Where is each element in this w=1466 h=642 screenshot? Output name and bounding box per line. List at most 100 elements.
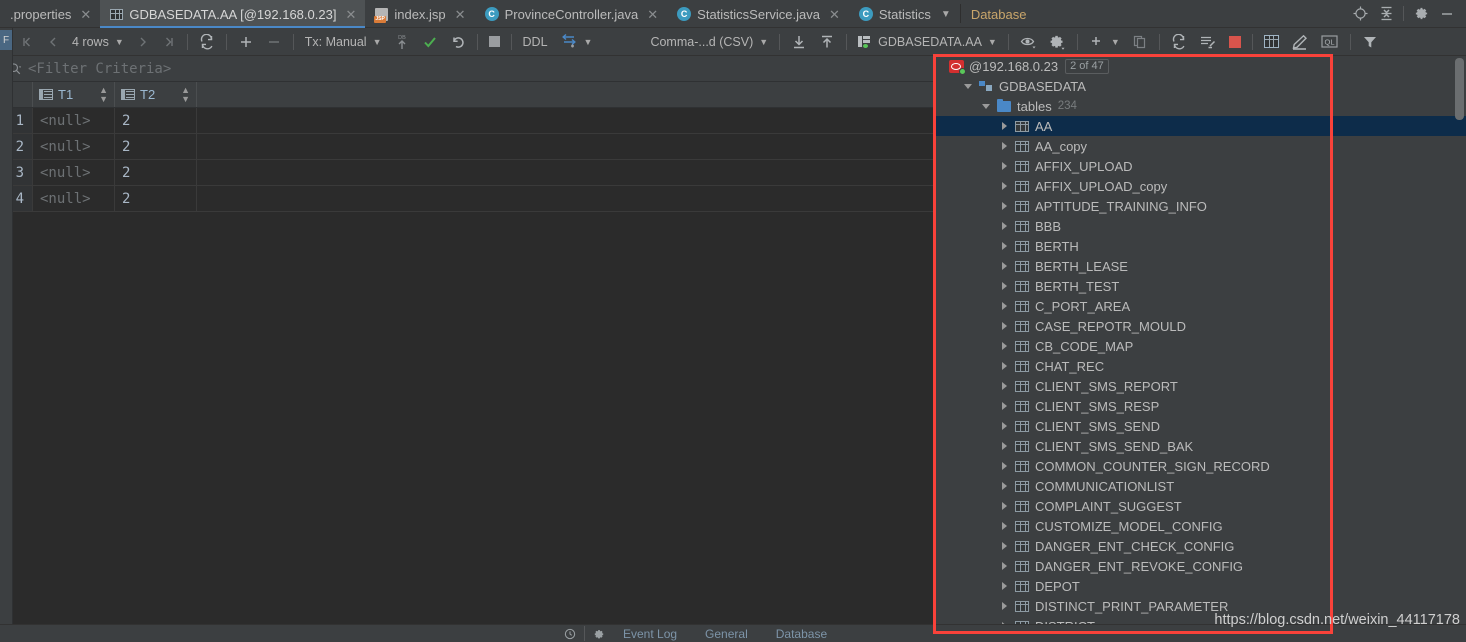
hide-minimize-icon[interactable] xyxy=(1434,0,1460,28)
submit-to-db-button[interactable]: DB xyxy=(388,28,416,56)
expand-arrow-right-icon[interactable] xyxy=(995,502,1013,510)
reload-data-button[interactable] xyxy=(193,28,221,56)
tab-properties[interactable]: .properties ✕ xyxy=(0,0,100,28)
tree-node-table[interactable]: BERTH_LEASE xyxy=(933,256,1466,276)
locate-icon[interactable] xyxy=(1347,0,1373,28)
tree-node-table[interactable]: CUSTOMIZE_MODEL_CONFIG xyxy=(933,516,1466,536)
clock-icon[interactable] xyxy=(560,628,580,640)
tree-node-table[interactable]: AFFIX_UPLOAD xyxy=(933,156,1466,176)
tab-statistics-service[interactable]: C StatisticsService.java ✕ xyxy=(667,0,849,28)
rows-count-dropdown[interactable]: 4 rows ▼ xyxy=(66,28,130,56)
tree-node-connection[interactable]: @192.168.0.23 2 of 47 xyxy=(933,56,1466,76)
modify-table-button[interactable]: ▼ xyxy=(554,28,599,56)
commit-button[interactable] xyxy=(416,28,444,56)
expand-arrow-right-icon[interactable] xyxy=(995,462,1013,470)
tree-node-table[interactable]: CHAT_REC xyxy=(933,356,1466,376)
expand-arrow-right-icon[interactable] xyxy=(995,302,1013,310)
tree-node-table[interactable]: C_PORT_AREA xyxy=(933,296,1466,316)
expand-arrow-right-icon[interactable] xyxy=(995,582,1013,590)
expand-arrow-right-icon[interactable] xyxy=(995,162,1013,170)
expand-arrow-right-icon[interactable] xyxy=(995,522,1013,530)
close-icon[interactable]: ✕ xyxy=(647,8,658,21)
stop-button[interactable] xyxy=(483,28,506,56)
tree-node-table[interactable]: DANGER_ENT_CHECK_CONFIG xyxy=(933,536,1466,556)
copy-object-button[interactable] xyxy=(1126,28,1154,56)
cell-t2[interactable]: 2 xyxy=(115,160,197,185)
expand-arrow-right-icon[interactable] xyxy=(995,542,1013,550)
ql-console-button[interactable]: QL xyxy=(1314,28,1345,56)
tree-node-table[interactable]: BBB xyxy=(933,216,1466,236)
tree-node-table[interactable]: CLIENT_SMS_SEND_BAK xyxy=(933,436,1466,456)
tree-node-table[interactable]: CASE_REPOTR_MOULD xyxy=(933,316,1466,336)
tree-node-table[interactable]: CLIENT_SMS_RESP xyxy=(933,396,1466,416)
tree-node-table[interactable]: BERTH xyxy=(933,236,1466,256)
cell-t1[interactable]: <null> xyxy=(33,108,115,133)
datasource-dropdown[interactable]: GDBASEDATA.AA ▼ xyxy=(852,28,1003,56)
expand-arrow-right-icon[interactable] xyxy=(995,362,1013,370)
cell-t2[interactable]: 2 xyxy=(115,134,197,159)
first-page-button[interactable] xyxy=(14,28,40,56)
expand-arrow-right-icon[interactable] xyxy=(995,322,1013,330)
expand-arrow-right-icon[interactable] xyxy=(995,222,1013,230)
close-icon[interactable]: ✕ xyxy=(345,8,356,21)
prev-page-button[interactable] xyxy=(40,28,66,56)
table-row[interactable]: 4 <null> 2 xyxy=(0,186,933,212)
cell-t2[interactable]: 2 xyxy=(115,186,197,211)
ddl-button[interactable]: DDL xyxy=(517,28,554,56)
tree-node-schema[interactable]: GDBASEDATA xyxy=(933,76,1466,96)
last-page-button[interactable] xyxy=(156,28,182,56)
status-event-log[interactable]: Event Log xyxy=(609,627,691,641)
tree-node-table[interactable]: DEPOT xyxy=(933,576,1466,596)
next-page-button[interactable] xyxy=(130,28,156,56)
status-database[interactable]: Database xyxy=(762,627,841,641)
expand-arrow-right-icon[interactable] xyxy=(995,282,1013,290)
edit-pencil-button[interactable] xyxy=(1285,28,1314,56)
chevron-down-icon[interactable]: ▼ xyxy=(941,9,951,20)
expand-arrow-right-icon[interactable] xyxy=(995,602,1013,610)
column-header-t2[interactable]: T2 ▲ ▼ xyxy=(115,82,197,107)
expand-arrow-right-icon[interactable] xyxy=(995,422,1013,430)
refresh-tree-button[interactable] xyxy=(1165,28,1193,56)
tree-node-table[interactable]: CLIENT_SMS_SEND xyxy=(933,416,1466,436)
expand-arrow-right-icon[interactable] xyxy=(995,342,1013,350)
tree-node-table[interactable]: CLIENT_SMS_REPORT xyxy=(933,376,1466,396)
expand-arrow-right-icon[interactable] xyxy=(995,262,1013,270)
cell-t2[interactable]: 2 xyxy=(115,108,197,133)
export-download-button[interactable] xyxy=(785,28,813,56)
expand-arrow-right-icon[interactable] xyxy=(995,142,1013,150)
tree-scrollbar[interactable] xyxy=(1455,58,1464,120)
column-header-t1[interactable]: T1 ▲ ▼ xyxy=(33,82,115,107)
transaction-mode-dropdown[interactable]: Tx: Manual ▼ xyxy=(299,28,388,56)
tree-node-tables-folder[interactable]: tables 234 xyxy=(933,96,1466,116)
tab-province-controller[interactable]: C ProvinceController.java ✕ xyxy=(475,0,668,28)
tree-node-table[interactable]: CB_CODE_MAP xyxy=(933,336,1466,356)
expand-arrow-right-icon[interactable] xyxy=(995,122,1013,130)
rollback-button[interactable] xyxy=(444,28,472,56)
tree-node-table[interactable]: BERTH_TEST xyxy=(933,276,1466,296)
add-row-button[interactable] xyxy=(232,28,260,56)
stop-red-button[interactable] xyxy=(1223,28,1247,56)
expand-arrow-right-icon[interactable] xyxy=(995,242,1013,250)
table-editor-button[interactable] xyxy=(1258,28,1285,56)
tree-node-table[interactable]: AA_copy xyxy=(933,136,1466,156)
expand-arrow-right-icon[interactable] xyxy=(995,442,1013,450)
expand-arrow-right-icon[interactable] xyxy=(995,202,1013,210)
close-icon[interactable]: ✕ xyxy=(829,8,840,21)
collapse-all-icon[interactable] xyxy=(1373,0,1399,28)
table-row[interactable]: 3 <null> 2 xyxy=(0,160,933,186)
tab-statistics[interactable]: C Statistics ▼ xyxy=(849,0,960,28)
filter-funnel-button[interactable] xyxy=(1356,28,1384,56)
expand-arrow-right-icon[interactable] xyxy=(995,562,1013,570)
filter-criteria-bar[interactable]: <Filter Criteria> xyxy=(0,56,933,82)
expand-arrow-right-icon[interactable] xyxy=(995,402,1013,410)
filter-input-placeholder[interactable]: <Filter Criteria> xyxy=(28,61,171,77)
tree-node-table[interactable]: APTITUDE_TRAINING_INFO xyxy=(933,196,1466,216)
status-general[interactable]: General xyxy=(691,627,762,641)
close-icon[interactable]: ✕ xyxy=(455,8,466,21)
expand-arrow-right-icon[interactable] xyxy=(995,482,1013,490)
close-icon[interactable]: ✕ xyxy=(80,8,91,21)
tree-node-table[interactable]: COMMUNICATIONLIST xyxy=(933,476,1466,496)
sort-indicator-icon[interactable]: ▲ ▼ xyxy=(181,85,190,104)
data-settings-button[interactable] xyxy=(1043,28,1072,56)
new-object-button[interactable]: ▼ xyxy=(1083,28,1126,56)
